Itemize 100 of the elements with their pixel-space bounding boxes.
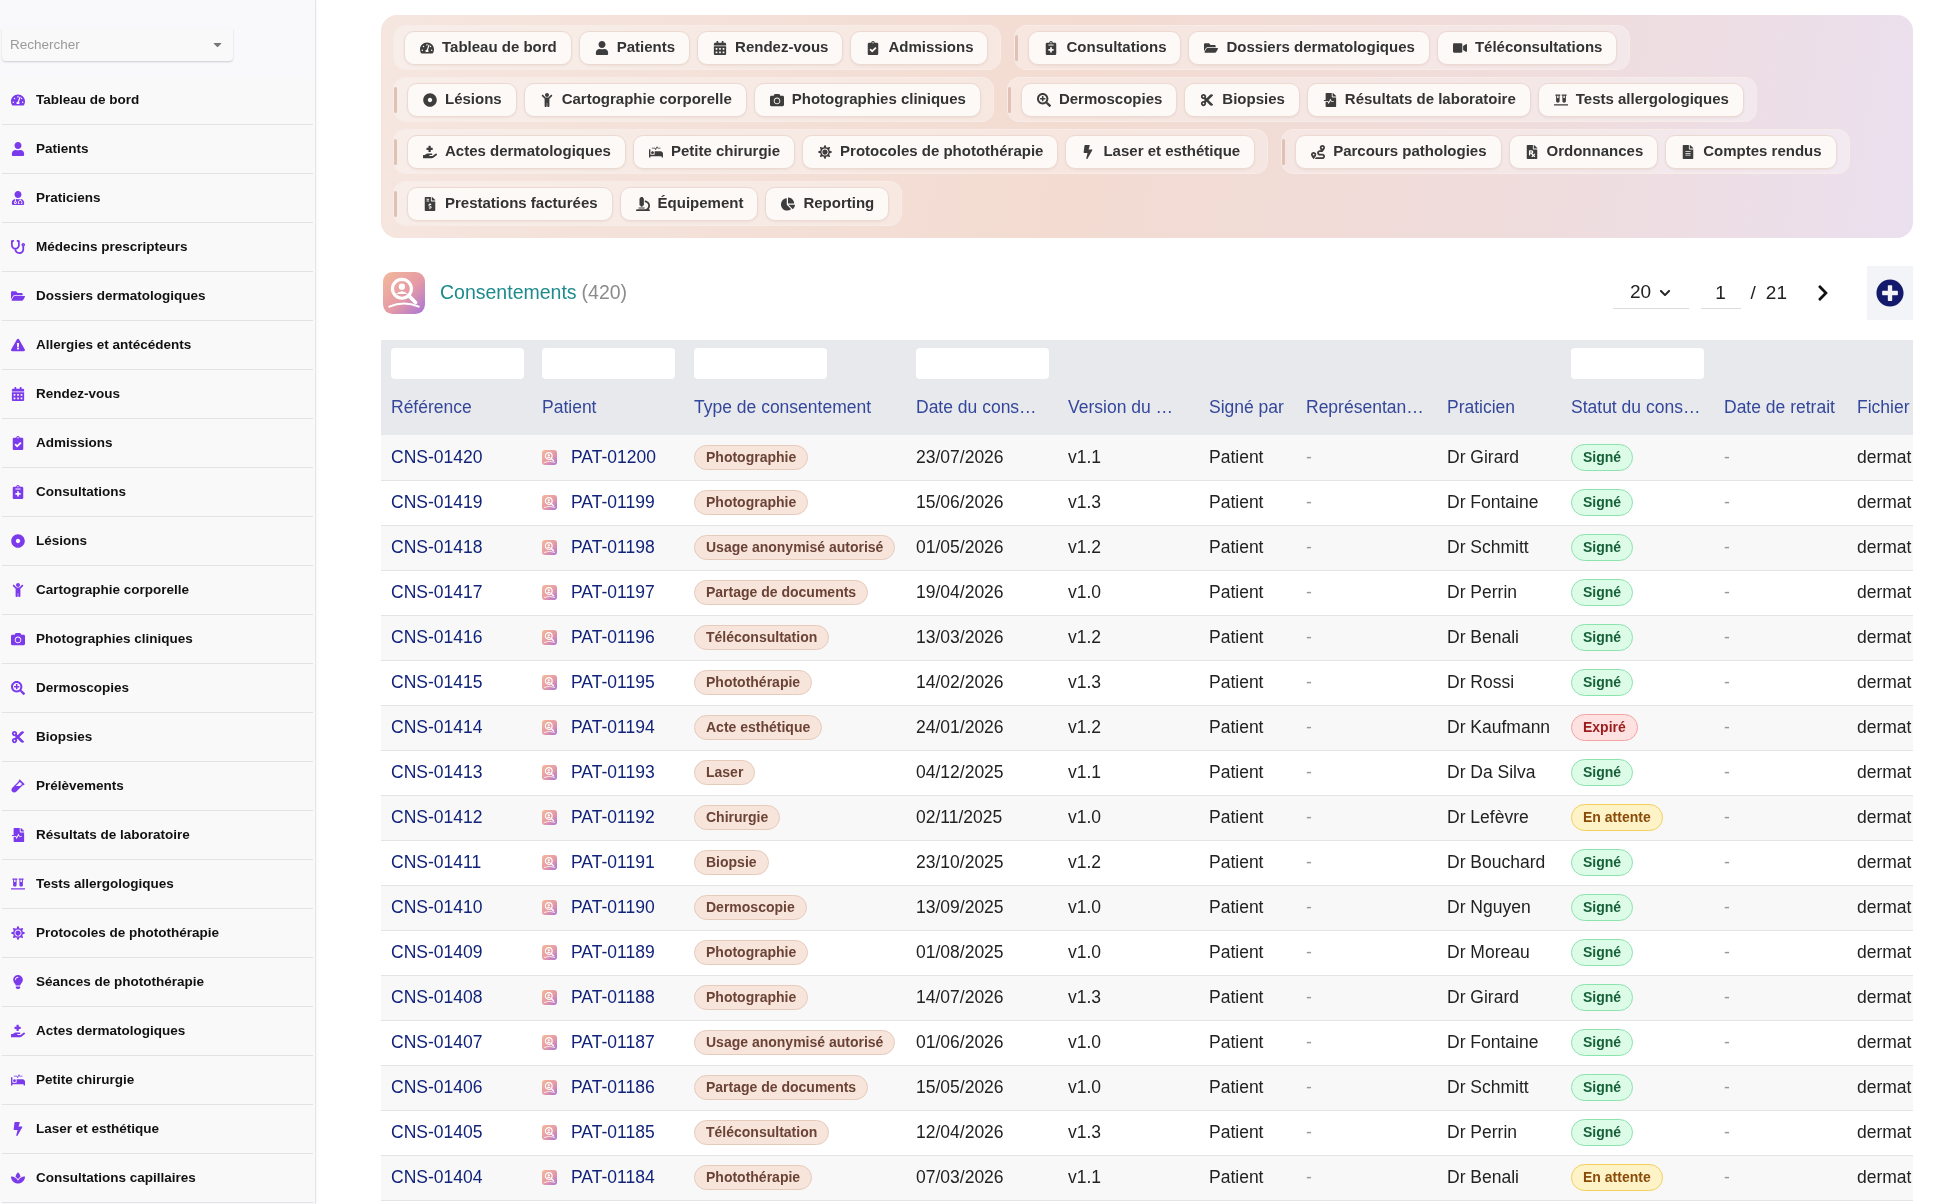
table-cell: dermat <box>1847 435 1913 480</box>
column-header[interactable]: Type de consentement <box>694 397 906 417</box>
patient-link[interactable]: PAT-01191 <box>571 849 655 876</box>
nav-button[interactable]: Protocoles de photothérapie <box>802 134 1059 169</box>
patient-link[interactable]: PAT-01199 <box>571 489 655 516</box>
nav-button[interactable]: Prestations facturées <box>407 186 613 221</box>
status-tag: Signé <box>1571 489 1634 516</box>
status-tag: Signé <box>1571 669 1634 696</box>
column-header[interactable]: Référence <box>391 397 532 417</box>
patient-link[interactable]: PAT-01197 <box>571 579 655 606</box>
column-header[interactable]: Signé par <box>1209 397 1296 417</box>
table-cell: v1.0 <box>1058 570 1199 615</box>
table-cell: 15/06/2026 <box>906 480 1058 525</box>
magnifier-icon <box>542 540 557 555</box>
patient-link[interactable]: PAT-01184 <box>571 1164 655 1191</box>
table-cell: v1.0 <box>1058 795 1199 840</box>
nav-button[interactable]: Reporting <box>765 186 890 221</box>
nav-button[interactable]: Biopsies <box>1184 82 1300 117</box>
column-header[interactable]: Fichier <box>1857 397 1913 417</box>
patient-link[interactable]: PAT-01186 <box>571 1074 655 1101</box>
reference-link[interactable]: CNS-01419 <box>391 492 483 513</box>
invoice-icon <box>423 196 437 211</box>
reference-link[interactable]: CNS-01418 <box>391 537 483 558</box>
table-cell: Dr Benali <box>1437 615 1561 660</box>
nav-button[interactable]: Admissions <box>850 30 989 65</box>
patient-link[interactable]: PAT-01190 <box>571 894 655 921</box>
column-header[interactable]: Date de retrait <box>1724 397 1847 417</box>
add-button[interactable] <box>1867 266 1913 320</box>
column-header[interactable]: Statut du cons… <box>1571 397 1714 417</box>
nav-button[interactable]: Actes dermatologiques <box>407 134 626 169</box>
reference-link[interactable]: CNS-01406 <box>391 1077 483 1098</box>
patient-link[interactable]: PAT-01185 <box>571 1119 655 1146</box>
search-field[interactable]: Rechercher <box>2 28 233 61</box>
magnifier-icon <box>542 675 557 690</box>
reference-link[interactable]: CNS-01417 <box>391 582 483 603</box>
reference-link[interactable]: CNS-01408 <box>391 987 483 1008</box>
column-header[interactable]: Représentan… <box>1306 397 1437 417</box>
reference-link[interactable]: CNS-01413 <box>391 762 483 783</box>
reference-link[interactable]: CNS-01405 <box>391 1122 483 1143</box>
table-cell: - <box>1714 975 1847 1020</box>
nav-button[interactable]: Téléconsultations <box>1436 30 1618 65</box>
nav-button[interactable]: Cartographie corporelle <box>523 82 747 117</box>
table-cell: - <box>1296 840 1437 885</box>
page-input[interactable]: 1 <box>1700 277 1741 309</box>
nav-button[interactable]: Ordonnances <box>1508 134 1659 169</box>
page-size-select[interactable]: 20 <box>1612 277 1689 309</box>
magnifier-icon <box>542 449 557 465</box>
patient-link[interactable]: PAT-01200 <box>571 444 656 471</box>
nav-button[interactable]: Parcours pathologies <box>1295 134 1502 169</box>
patient-link[interactable]: PAT-01194 <box>571 714 655 741</box>
column-header[interactable]: Praticien <box>1447 397 1561 417</box>
reference-link[interactable]: CNS-01407 <box>391 1032 483 1053</box>
patient-link[interactable]: PAT-01193 <box>571 759 655 786</box>
vials-icon <box>1553 92 1568 107</box>
table-cell: - <box>1296 1110 1437 1155</box>
reference-link[interactable]: CNS-01404 <box>391 1167 483 1188</box>
medical-file-icon <box>11 828 25 842</box>
page-count: 21 <box>1765 280 1787 305</box>
patient-link[interactable]: PAT-01189 <box>571 939 655 966</box>
reference-link[interactable]: CNS-01412 <box>391 807 483 828</box>
reference-link[interactable]: CNS-01414 <box>391 717 483 738</box>
nav-button[interactable]: Laser et esthétique <box>1065 134 1256 169</box>
nav-button[interactable]: Comptes rendus <box>1665 134 1837 169</box>
nav-button[interactable]: Équipement <box>619 186 759 221</box>
column-header[interactable]: Date du cons… <box>916 397 1058 417</box>
consent-type-tag: Photographie <box>694 940 809 965</box>
column-header[interactable]: Version du … <box>1068 397 1199 417</box>
reference-link[interactable]: CNS-01410 <box>391 897 483 918</box>
column-header[interactable]: Patient <box>542 397 684 417</box>
table-cell: v1.2 <box>1058 840 1199 885</box>
patient-link[interactable]: PAT-01196 <box>571 624 655 651</box>
patient-link[interactable]: PAT-01192 <box>571 804 655 831</box>
table-cell: - <box>1714 570 1847 615</box>
nav-button[interactable]: Photographies cliniques <box>753 82 981 117</box>
reference-link[interactable]: CNS-01409 <box>391 942 483 963</box>
nav-button[interactable]: Tableau de bord <box>404 30 572 65</box>
patient-link[interactable]: PAT-01195 <box>571 669 655 696</box>
reference-link[interactable]: CNS-01415 <box>391 672 483 693</box>
nav-button[interactable]: Tests allergologiques <box>1537 82 1744 117</box>
clipboard-plus-icon <box>11 485 25 499</box>
table-cell: - <box>1714 1110 1847 1155</box>
nav-button[interactable]: Patients <box>578 30 691 65</box>
patient-link[interactable]: PAT-01198 <box>571 534 655 561</box>
patient-link[interactable]: PAT-01187 <box>571 1029 655 1056</box>
reference-link[interactable]: CNS-01416 <box>391 627 483 648</box>
nav-button[interactable]: Rendez-vous <box>697 30 844 65</box>
reference-link[interactable]: CNS-01411 <box>391 852 482 873</box>
nav-button[interactable]: Petite chirurgie <box>632 134 796 169</box>
table-cell: - <box>1296 660 1437 705</box>
pie-chart-icon <box>781 196 796 211</box>
nav-button[interactable]: Consultations <box>1028 30 1182 65</box>
consent-type-tag: Usage anonymisé autorisé <box>694 535 896 560</box>
reference-link[interactable]: CNS-01420 <box>391 447 483 468</box>
nav-button[interactable]: Dossiers dermatologiques <box>1188 30 1430 65</box>
nav-button[interactable]: Résultats de laboratoire <box>1306 82 1531 117</box>
child-icon <box>539 92 554 107</box>
nav-button[interactable]: Lésions <box>407 82 517 117</box>
nav-button[interactable]: Dermoscopies <box>1020 82 1178 117</box>
bed-icon <box>648 144 663 159</box>
patient-link[interactable]: PAT-01188 <box>571 984 655 1011</box>
